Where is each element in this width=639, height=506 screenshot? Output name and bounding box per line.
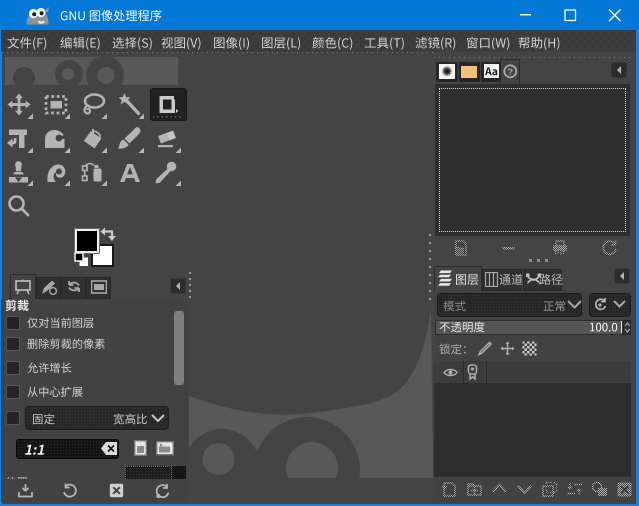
- svg-text:?: ?: [507, 67, 513, 78]
